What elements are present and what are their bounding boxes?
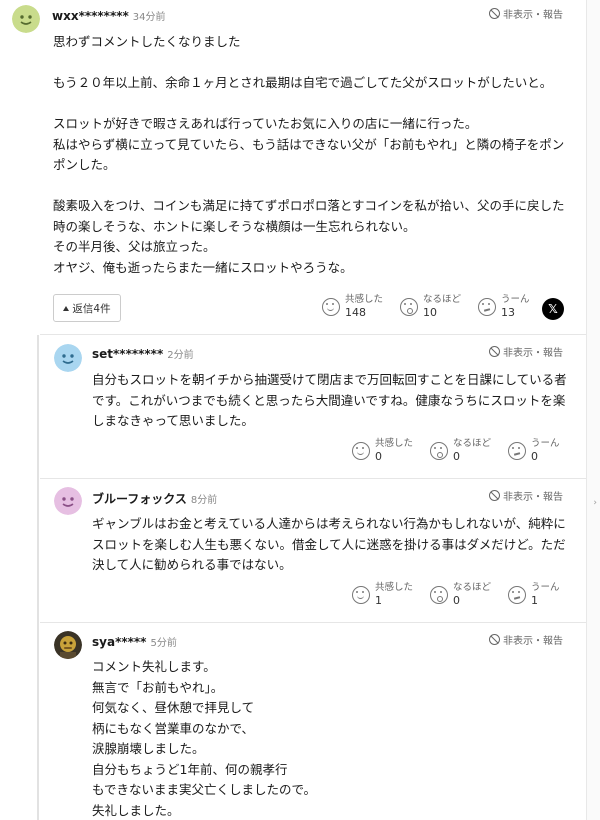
reaction-label: 共感した [345, 294, 384, 305]
reaction-label: なるほど [453, 438, 492, 449]
reaction-insight-button[interactable]: なるほど 0 [430, 582, 508, 608]
comment-author[interactable]: wxx******** 34分前 [52, 8, 166, 23]
hide-report-label: 非表示・報告 [503, 10, 563, 21]
comment-author[interactable]: sya***** 5分前 [92, 634, 177, 649]
reaction-count: 0 [375, 450, 382, 463]
surprised-face-icon [430, 586, 448, 604]
thinking-face-icon [508, 442, 526, 460]
comment-body: コメント失礼します。 無言で「お前もやれ」。 何気なく、昼休憩で拝見して 柄にも… [92, 659, 317, 818]
block-icon [489, 490, 500, 501]
hide-report-link[interactable]: 非表示・報告 [489, 344, 563, 359]
reaction-empathy-button[interactable]: 共感した 148 [322, 294, 400, 320]
author-name: wxx******** [52, 9, 129, 23]
comment-time: 8分前 [190, 495, 218, 506]
page-scroll-edge [586, 0, 600, 820]
x-share-icon[interactable]: 𝕏 [542, 298, 564, 320]
comment-body: ギャンブルはお金と考えている人達からは考えられない行為かもしれないが、純粋にスロ… [92, 516, 566, 572]
reaction-empathy-button[interactable]: 共感した 1 [352, 582, 430, 608]
reaction-count: 13 [501, 306, 515, 319]
comment-body: 自分もスロットを朝イチから抽選受けて閉店まで万回転回すことを日課にしている者です… [92, 372, 567, 428]
hide-report-link[interactable]: 非表示・報告 [489, 488, 563, 503]
reaction-label: 共感した [375, 438, 414, 449]
comment-body: 思わずコメントしたくなりました もう２０年以上前、余命１ヶ月とされ最期は自宅で過… [53, 34, 565, 275]
reaction-bar: 共感した 0 なるほど 0 うーん 0 [352, 438, 568, 464]
reaction-hmm-button[interactable]: うーん 13 [478, 294, 546, 320]
author-name: sya***** [92, 635, 147, 649]
reaction-count: 0 [531, 450, 538, 463]
reaction-label: うーん [531, 582, 560, 593]
comment-time: 2分前 [167, 350, 194, 361]
reply-toggle-button[interactable]: 返信4件 [53, 294, 121, 322]
reaction-label: なるほど [453, 582, 492, 593]
reaction-hmm-button[interactable]: うーん 0 [508, 438, 568, 464]
reaction-count: 1 [531, 594, 538, 607]
reaction-count: 1 [375, 594, 382, 607]
reaction-hmm-button[interactable]: うーん 1 [508, 582, 568, 608]
divider [40, 478, 586, 479]
block-icon [489, 346, 500, 357]
block-icon [489, 634, 500, 645]
hide-report-link[interactable]: 非表示・報告 [489, 632, 563, 647]
thinking-face-icon [478, 298, 496, 316]
author-name: set******** [92, 347, 164, 361]
hide-report-label: 非表示・報告 [503, 492, 563, 503]
divider [40, 334, 586, 335]
smile-face-icon [352, 586, 370, 604]
comment-time: 5分前 [150, 638, 177, 649]
author-name: ブルーフォックス [92, 492, 187, 506]
avatar[interactable] [54, 631, 82, 659]
reaction-count: 0 [453, 450, 460, 463]
avatar[interactable] [54, 487, 82, 515]
block-icon [489, 8, 500, 19]
reaction-label: なるほど [423, 294, 462, 305]
avatar[interactable] [12, 5, 40, 33]
reaction-count: 0 [453, 594, 460, 607]
divider [40, 622, 586, 623]
smile-face-icon [352, 442, 370, 460]
reaction-bar: 共感した 148 なるほど 10 うーん 13 [322, 294, 546, 320]
comment-author[interactable]: set******** 2分前 [92, 346, 194, 361]
reaction-bar: 共感した 1 なるほど 0 うーん 1 [352, 582, 568, 608]
reply-count-label: 返信4件 [72, 302, 111, 315]
reaction-count: 10 [423, 306, 437, 319]
caret-up-icon [63, 305, 70, 311]
hide-report-link[interactable]: 非表示・報告 [489, 6, 563, 21]
reaction-label: うーん [531, 438, 560, 449]
hide-report-label: 非表示・報告 [503, 348, 563, 359]
reaction-empathy-button[interactable]: 共感した 0 [352, 438, 430, 464]
surprised-face-icon [400, 298, 418, 316]
smile-face-icon [322, 298, 340, 316]
reaction-label: 共感した [375, 582, 414, 593]
reply-thread-line [37, 335, 39, 820]
reaction-count: 148 [345, 306, 366, 319]
hide-report-label: 非表示・報告 [503, 636, 563, 647]
reaction-label: うーん [501, 294, 530, 305]
surprised-face-icon [430, 442, 448, 460]
comment-time: 34分前 [132, 12, 166, 23]
avatar[interactable] [54, 344, 82, 372]
chevron-right-icon: › [593, 498, 597, 508]
thinking-face-icon [508, 586, 526, 604]
reaction-insight-button[interactable]: なるほど 10 [400, 294, 478, 320]
reaction-insight-button[interactable]: なるほど 0 [430, 438, 508, 464]
comment-author[interactable]: ブルーフォックス 8分前 [92, 490, 217, 507]
